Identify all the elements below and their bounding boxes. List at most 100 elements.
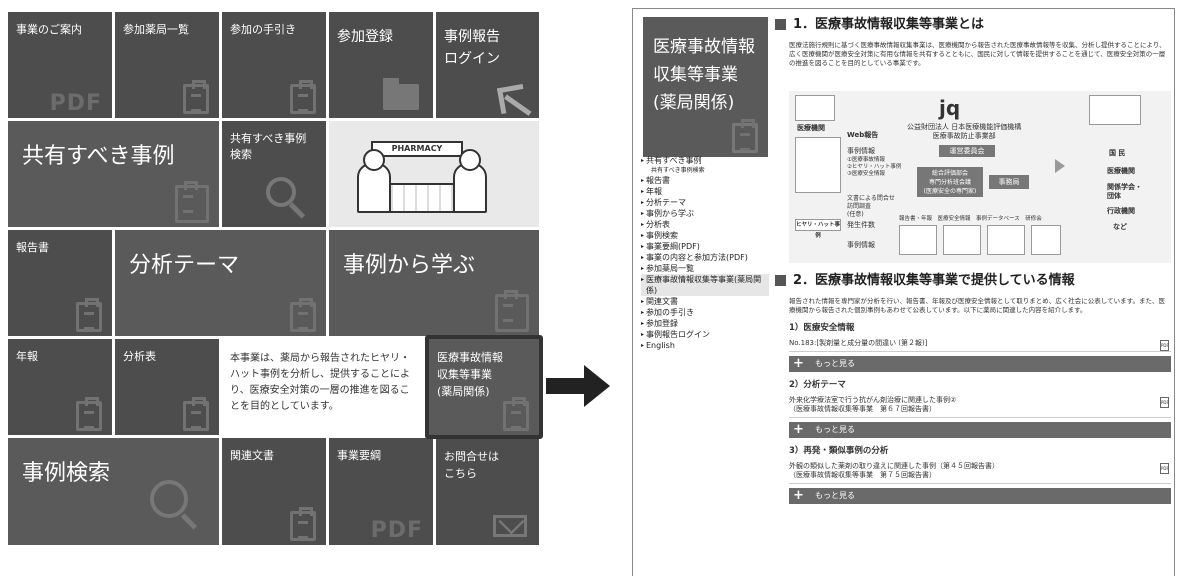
magnifier-icon (266, 177, 296, 207)
tile-learn-from-cases[interactable]: 事例から学ぶ (329, 230, 539, 336)
clipboard-icon (183, 397, 209, 431)
diagram-label: ヒヤリ・ハット事例 (795, 219, 841, 239)
sidebar-item[interactable]: 参加薬局一覧 (641, 263, 769, 274)
pdf-icon[interactable]: PDF (1160, 397, 1169, 408)
info-entry[interactable]: 外観の類似した薬剤の取り違えに関連した事例（第４５回報告書） （医療事故情報収集… (789, 462, 1171, 484)
sidebar-subitem[interactable]: 共有すべき事例検索 (641, 166, 769, 175)
notebook-icon (290, 80, 316, 114)
more-button[interactable]: + もっと見る (789, 488, 1171, 504)
pharmacist-head (363, 149, 385, 171)
tile-label: 年報 (16, 350, 38, 363)
tile-label: 共有すべき事例 検索 (230, 132, 307, 161)
info-subsection: 1）医療安全情報 No.183:[製剤量と成分量の間違い (第２報)] PDF + もっ… (775, 321, 1173, 372)
tile-contact[interactable]: お問合せは こちら (436, 438, 539, 545)
clipboard-icon (732, 119, 758, 153)
more-button[interactable]: + もっと見る (789, 356, 1171, 372)
sidebar-item[interactable]: 分析表 (641, 219, 769, 230)
entry-text: 外来化学療法室で行う抗がん剤治療に関連した事例② （医療事故情報収集等事業 第６… (789, 396, 957, 413)
diagram-label: 関係学会・ 団体 (1107, 183, 1142, 200)
output-training (1031, 225, 1061, 255)
sidebar-item[interactable]: 参加の手引き (641, 307, 769, 318)
tile-label: 関連文書 (230, 449, 274, 462)
sidebar-item[interactable]: 参加登録 (641, 318, 769, 329)
tile-analysis-table[interactable]: 分析表 (115, 339, 219, 435)
info-entry[interactable]: No.183:[製剤量と成分量の間違い (第２報)] PDF (789, 339, 1171, 352)
counter (379, 183, 459, 213)
people-icon (1089, 95, 1141, 125)
org-logo: jq (939, 96, 961, 120)
tile-label: 事例報告 ログイン (444, 29, 500, 67)
tile-case-search[interactable]: 事例検索 (8, 438, 219, 545)
tile-report-login[interactable]: 事例報告 ログイン (436, 12, 539, 118)
envelope-icon (493, 515, 527, 537)
tile-register[interactable]: 参加登録 (329, 12, 433, 118)
tile-label: 報告書 (16, 241, 49, 254)
tile-label: 分析表 (123, 350, 156, 363)
pdf-icon[interactable]: PDF (1160, 463, 1169, 474)
diagram-label: 行政機関 (1107, 207, 1135, 215)
pdf-mark: PDF (49, 91, 102, 116)
tile-shared-cases[interactable]: 共有すべき事例 (8, 121, 219, 227)
sidebar-item[interactable]: 事例から学ぶ (641, 208, 769, 219)
tile-reports[interactable]: 報告書 (8, 230, 112, 336)
sidebar-item[interactable]: 共有すべき事例 (641, 155, 769, 166)
section-text: 医療法施行規則に基づく医療事故情報収集事業は、医療機関から報告された医療事故情報… (789, 41, 1166, 67)
more-button[interactable]: + もっと見る (789, 422, 1171, 438)
diagram-label: ①医療事故情報 ②ヒヤリ・ハット事例 ③医療安全情報 (847, 157, 902, 177)
arrow-right-icon (546, 378, 586, 394)
tile-label: 参加登録 (337, 29, 393, 45)
clipboard-icon (183, 80, 209, 114)
main-content: 1．医療事故情報収集等事業とは 医療法施行規則に基づく医療事故情報収集事業は、医… (775, 15, 1173, 504)
tile-pharmacies[interactable]: 参加薬局一覧 (115, 12, 219, 118)
tile-label: 事業のご案内 (16, 23, 82, 36)
subsection-title: 1）医療安全情報 (789, 323, 855, 333)
tile-annual[interactable]: 年報 (8, 339, 112, 435)
more-label: もっと見る (815, 359, 855, 368)
sidebar-item[interactable]: 医療事故情報収集等事業(薬局関係) (641, 274, 769, 296)
sidebar-nav: 共有すべき事例共有すべき事例検索報告書年報分析テーマ事例から学ぶ分析表事例検索事… (641, 155, 769, 351)
sidebar-item[interactable]: 分析テーマ (641, 197, 769, 208)
info-entry[interactable]: 外来化学療法室で行う抗がん剤治療に関連した事例② （医療事故情報収集等事業 第６… (789, 396, 1171, 418)
highlight-frame (425, 335, 543, 439)
sidebar-item[interactable]: 事例検索 (641, 230, 769, 241)
tile-shared-search[interactable]: 共有すべき事例 検索 (222, 121, 326, 227)
tile-label: 事例から学ぶ (343, 253, 476, 278)
clipboard-icon (76, 397, 102, 431)
tile-grid: 事業のご案内 PDF 参加薬局一覧 参加の手引き 参加登録 事例報告 ログイン … (8, 12, 543, 545)
pharmacy-sign: PHARMACY (371, 141, 463, 157)
diagram-label: 文書による問合せ 訪問調査 (任意) (847, 195, 895, 218)
info-list: 1）医療安全情報 No.183:[製剤量と成分量の間違い (第２報)] PDF + もっ… (775, 321, 1173, 504)
sidebar-item[interactable]: 事業要綱(PDF) (641, 241, 769, 252)
section-text: 報告された情報を専門家が分析を行い、報告書、年報及び医療安全情報として取りまとめ… (789, 297, 1165, 314)
folder-icon (383, 78, 419, 110)
diagram-label: 公益財団法人 日本医療機能評価機構 医療事故防止事業部 (907, 123, 1022, 140)
sidebar-item[interactable]: 事業の内容と参加方法(PDF) (641, 252, 769, 263)
description-text: 本事業は、薬局から報告されたヒヤリ・ハット事例を分析し、提供することにより、医療… (230, 353, 410, 412)
diagram-label: Web報告 (847, 131, 879, 139)
pharmacists-image: PHARMACY (349, 131, 494, 213)
sidebar-item[interactable]: 事例報告ログイン (641, 329, 769, 340)
cursor-icon (496, 83, 528, 115)
sidebar-item[interactable]: 関連文書 (641, 296, 769, 307)
tile-related-docs[interactable]: 関連文書 (222, 438, 326, 545)
tile-label: 参加薬局一覧 (123, 23, 189, 36)
entry-text: 外観の類似した薬剤の取り違えに関連した事例（第４５回報告書） （医療事故情報収集… (789, 462, 999, 479)
diagram-label: 報告書・年報 医療安全情報 事例データベース 研修会 (899, 216, 1042, 222)
output-database (987, 225, 1025, 255)
pdf-icon[interactable]: PDF (1160, 340, 1169, 351)
tile-business-info[interactable]: 事業のご案内 PDF (8, 12, 112, 118)
sidebar-item[interactable]: 年報 (641, 186, 769, 197)
diagram-label: 国 民 (1109, 149, 1126, 157)
tile-analysis-themes[interactable]: 分析テーマ (115, 230, 326, 336)
arrow-right-head (584, 365, 610, 407)
section-2: 2．医療事故情報収集等事業で提供している情報 報告された情報を専門家が分析を行い… (775, 271, 1173, 510)
tile-outline[interactable]: 事業要綱 PDF (329, 438, 433, 545)
sidebar-item[interactable]: 報告書 (641, 175, 769, 186)
page-title: 医療事故情報 収集等事業 (薬局関係) (653, 37, 755, 113)
tile-guide[interactable]: 参加の手引き (222, 12, 326, 118)
diagram-label: 医療機関 (797, 124, 825, 132)
tile-label: 参加の手引き (230, 23, 296, 36)
sidebar-item[interactable]: English (641, 340, 769, 351)
clipboard-icon (495, 290, 529, 332)
tile-label: 事例検索 (22, 461, 111, 486)
